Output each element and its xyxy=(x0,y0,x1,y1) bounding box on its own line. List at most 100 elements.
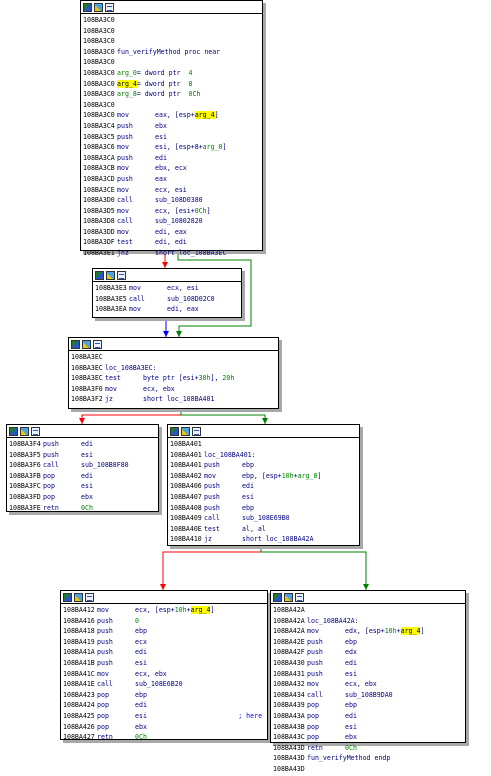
basic-block-108ba3e3[interactable]: 108BA3E3 mov ecx, esi 108BA3E5 call sub_108D0… xyxy=(92,268,242,318)
instruction-line[interactable]: 108BA425 pop esi ; here xyxy=(63,711,265,722)
comment-icon[interactable] xyxy=(117,270,126,280)
instruction-line[interactable]: 108BA42E push ebp xyxy=(273,637,463,648)
instruction-line[interactable]: 108BA43A pop edi xyxy=(273,711,463,722)
instruction-line[interactable]: 108BA3E5 call sub_108D02C0 xyxy=(95,294,239,305)
instruction-line[interactable]: 108BA3C0 xyxy=(83,57,260,68)
instruction-line[interactable]: 108BA3EC test byte ptr [esi+30h], 20h xyxy=(71,373,276,384)
instruction-line[interactable]: 108BA431 push esi xyxy=(273,669,463,680)
instruction-line[interactable]: 108BA3CA push edi xyxy=(83,153,260,164)
instruction-line[interactable]: 108BA3C0 arg_8= dword ptr 0Ch xyxy=(83,89,260,100)
instruction-line[interactable]: 108BA416 push 0 xyxy=(63,616,265,627)
graph-icon[interactable] xyxy=(63,592,72,602)
instruction-line[interactable]: 108BA439 pop ebp xyxy=(273,700,463,711)
instruction-line[interactable]: 108BA434 call sub_108B9DA0 xyxy=(273,690,463,701)
instruction-line[interactable]: 108BA3DD mov edi, eax xyxy=(83,227,260,238)
basic-block-fun-verifymethod-entry[interactable]: 108BA3C0 108BA3C0 108BA3C0 108BA3C0 fun_veri… xyxy=(80,0,263,257)
comment-icon[interactable] xyxy=(31,426,40,436)
instruction-line[interactable]: 108BA3DF test edi, edi xyxy=(83,237,260,248)
instruction-line[interactable]: 108BA3E3 mov ecx, esi xyxy=(95,283,239,294)
instruction-line[interactable]: 108BA409 call sub_108E69B0 xyxy=(170,513,357,524)
instruction-line[interactable]: 108BA426 pop ebx xyxy=(63,722,265,733)
comment-icon[interactable] xyxy=(85,592,94,602)
instruction-line[interactable]: 108BA3C0 xyxy=(83,36,260,47)
instruction-line[interactable]: 108BA424 pop edi xyxy=(63,700,265,711)
comment-icon[interactable] xyxy=(105,2,114,12)
graph-icon[interactable] xyxy=(83,2,92,12)
instruction-line[interactable]: 108BA3F0 mov ecx, ebx xyxy=(71,384,276,395)
color-icon[interactable] xyxy=(74,592,83,602)
instruction-line[interactable]: 108BA43D fun_verifyMethod endp xyxy=(273,753,463,764)
highlighted-arg[interactable]: arg_4 xyxy=(400,627,421,636)
color-icon[interactable] xyxy=(82,339,91,349)
instruction-line[interactable]: 108BA3C4 push ebx xyxy=(83,121,260,132)
instruction-line[interactable]: 108BA3D8 call sub_10802820 xyxy=(83,216,260,227)
instruction-line[interactable]: 108BA402 mov ebp, [esp+10h+arg_8] xyxy=(170,471,357,482)
instruction-line[interactable]: 108BA3F2 jz short loc_108BA401 xyxy=(71,394,276,405)
instruction-line[interactable]: 108BA3CD push eax xyxy=(83,174,260,185)
instruction-line[interactable]: 108BA3EC loc_108BA3EC: xyxy=(71,363,276,374)
instruction-line[interactable]: 108BA3EA mov edi, eax xyxy=(95,304,239,315)
instruction-line[interactable]: 108BA41E call sub_108E6B20 xyxy=(63,679,265,690)
instruction-line[interactable]: 108BA43C pop ebx xyxy=(273,732,463,743)
graph-icon[interactable] xyxy=(95,270,104,280)
instruction-line[interactable]: 108BA3FD pop ebx xyxy=(9,492,156,503)
instruction-line[interactable]: 108BA3C0 arg_4= dword ptr 8 xyxy=(83,79,260,90)
instruction-line[interactable]: 108BA3CB mov ebx, ecx xyxy=(83,163,260,174)
instruction-line[interactable]: 108BA40E test al, al xyxy=(170,524,357,535)
instruction-line[interactable]: 108BA3E1 jnz short loc_108BA3EC xyxy=(83,248,260,259)
instruction-line[interactable]: 108BA3FB pop edi xyxy=(9,471,156,482)
instruction-line[interactable]: 108BA427 retn 0Ch xyxy=(63,732,265,743)
instruction-line[interactable]: 108BA3C0 mov eax, [esp+arg_4] xyxy=(83,110,260,121)
instruction-line[interactable]: 108BA41C mov ecx, ebx xyxy=(63,669,265,680)
graph-icon[interactable] xyxy=(273,592,282,602)
color-icon[interactable] xyxy=(106,270,115,280)
highlighted-arg[interactable]: arg_4 xyxy=(190,606,211,614)
instruction-line[interactable]: 108BA3F4 push edi xyxy=(9,439,156,450)
graph-icon[interactable] xyxy=(9,426,18,436)
instruction-line[interactable]: 108BA43B pop esi xyxy=(273,722,463,733)
basic-block-loc-108ba42a[interactable]: 108BA42A 108BA42A loc_108BA42A: 108BA42A mov… xyxy=(270,590,466,773)
highlighted-arg[interactable]: arg_4 xyxy=(117,79,137,88)
graph-icon[interactable] xyxy=(170,426,179,436)
instruction-line[interactable]: 108BA401 loc_108BA401: xyxy=(170,450,357,461)
instruction-line[interactable]: 108BA3D5 mov ecx, [esi+0Ch] xyxy=(83,206,260,217)
instruction-line[interactable]: 108BA43D retn 0Ch xyxy=(273,743,463,754)
instruction-line[interactable]: 108BA3C0 xyxy=(83,26,260,37)
comment-icon[interactable] xyxy=(93,339,102,349)
instruction-line[interactable]: 108BA3CE mov ecx, esi xyxy=(83,185,260,196)
instruction-line[interactable]: 108BA42A loc_108BA42A: xyxy=(273,616,463,627)
instruction-line[interactable]: 108BA3F6 call sub_108B8F80 xyxy=(9,460,156,471)
basic-block-108ba412[interactable]: 108BA412 mov ecx, [esp+10h+arg_4] 108BA416 p… xyxy=(60,590,268,743)
highlighted-arg[interactable]: arg_4 xyxy=(194,111,215,120)
instruction-line[interactable]: 108BA3FE retn 0Ch xyxy=(9,503,156,514)
instruction-line[interactable]: 108BA412 mov ecx, [esp+10h+arg_4] xyxy=(63,605,265,616)
instruction-line[interactable]: 108BA430 push edi xyxy=(273,658,463,669)
basic-block-loc-108ba401[interactable]: 108BA401 108BA401 loc_108BA401: 108BA401 pus… xyxy=(167,424,360,546)
instruction-line[interactable]: 108BA42A mov edx, [esp+10h+arg_4] xyxy=(273,626,463,637)
instruction-line[interactable]: 108BA3FC pop esi xyxy=(9,481,156,492)
instruction-line[interactable]: 108BA418 push ebp xyxy=(63,626,265,637)
color-icon[interactable] xyxy=(181,426,190,436)
instruction-line[interactable]: 108BA3C5 push esi xyxy=(83,132,260,143)
color-icon[interactable] xyxy=(94,2,103,12)
color-icon[interactable] xyxy=(20,426,29,436)
instruction-line[interactable]: 108BA432 mov ecx, ebx xyxy=(273,679,463,690)
instruction-line[interactable]: 108BA406 push edi xyxy=(170,481,357,492)
comment-icon[interactable] xyxy=(295,592,304,602)
basic-block-loc-108ba3ec[interactable]: 108BA3EC 108BA3EC loc_108BA3EC: 108BA3EC tes… xyxy=(68,337,279,409)
instruction-line[interactable]: 108BA41B push esi xyxy=(63,658,265,669)
instruction-line[interactable]: 108BA410 jz short loc_108BA42A xyxy=(170,534,357,545)
instruction-line[interactable]: 108BA408 push ebp xyxy=(170,503,357,514)
instruction-line[interactable]: 108BA3EC xyxy=(71,352,276,363)
instruction-line[interactable]: 108BA3D0 call sub_108D0380 xyxy=(83,195,260,206)
instruction-line[interactable]: 108BA423 pop ebp xyxy=(63,690,265,701)
instruction-line[interactable]: 108BA41A push edi xyxy=(63,647,265,658)
instruction-line[interactable]: 108BA407 push esi xyxy=(170,492,357,503)
instruction-line[interactable]: 108BA3C0 arg_0= dword ptr 4 xyxy=(83,68,260,79)
basic-block-108ba3f4[interactable]: 108BA3F4 push edi 108BA3F5 push esi 108BA3F6 ca… xyxy=(6,424,159,512)
instruction-line[interactable]: 108BA419 push ecx xyxy=(63,637,265,648)
comment-icon[interactable] xyxy=(192,426,201,436)
graph-icon[interactable] xyxy=(71,339,80,349)
instruction-line[interactable]: 108BA3C0 fun_verifyMethod proc near xyxy=(83,47,260,58)
instruction-line[interactable]: 108BA3C0 xyxy=(83,15,260,26)
